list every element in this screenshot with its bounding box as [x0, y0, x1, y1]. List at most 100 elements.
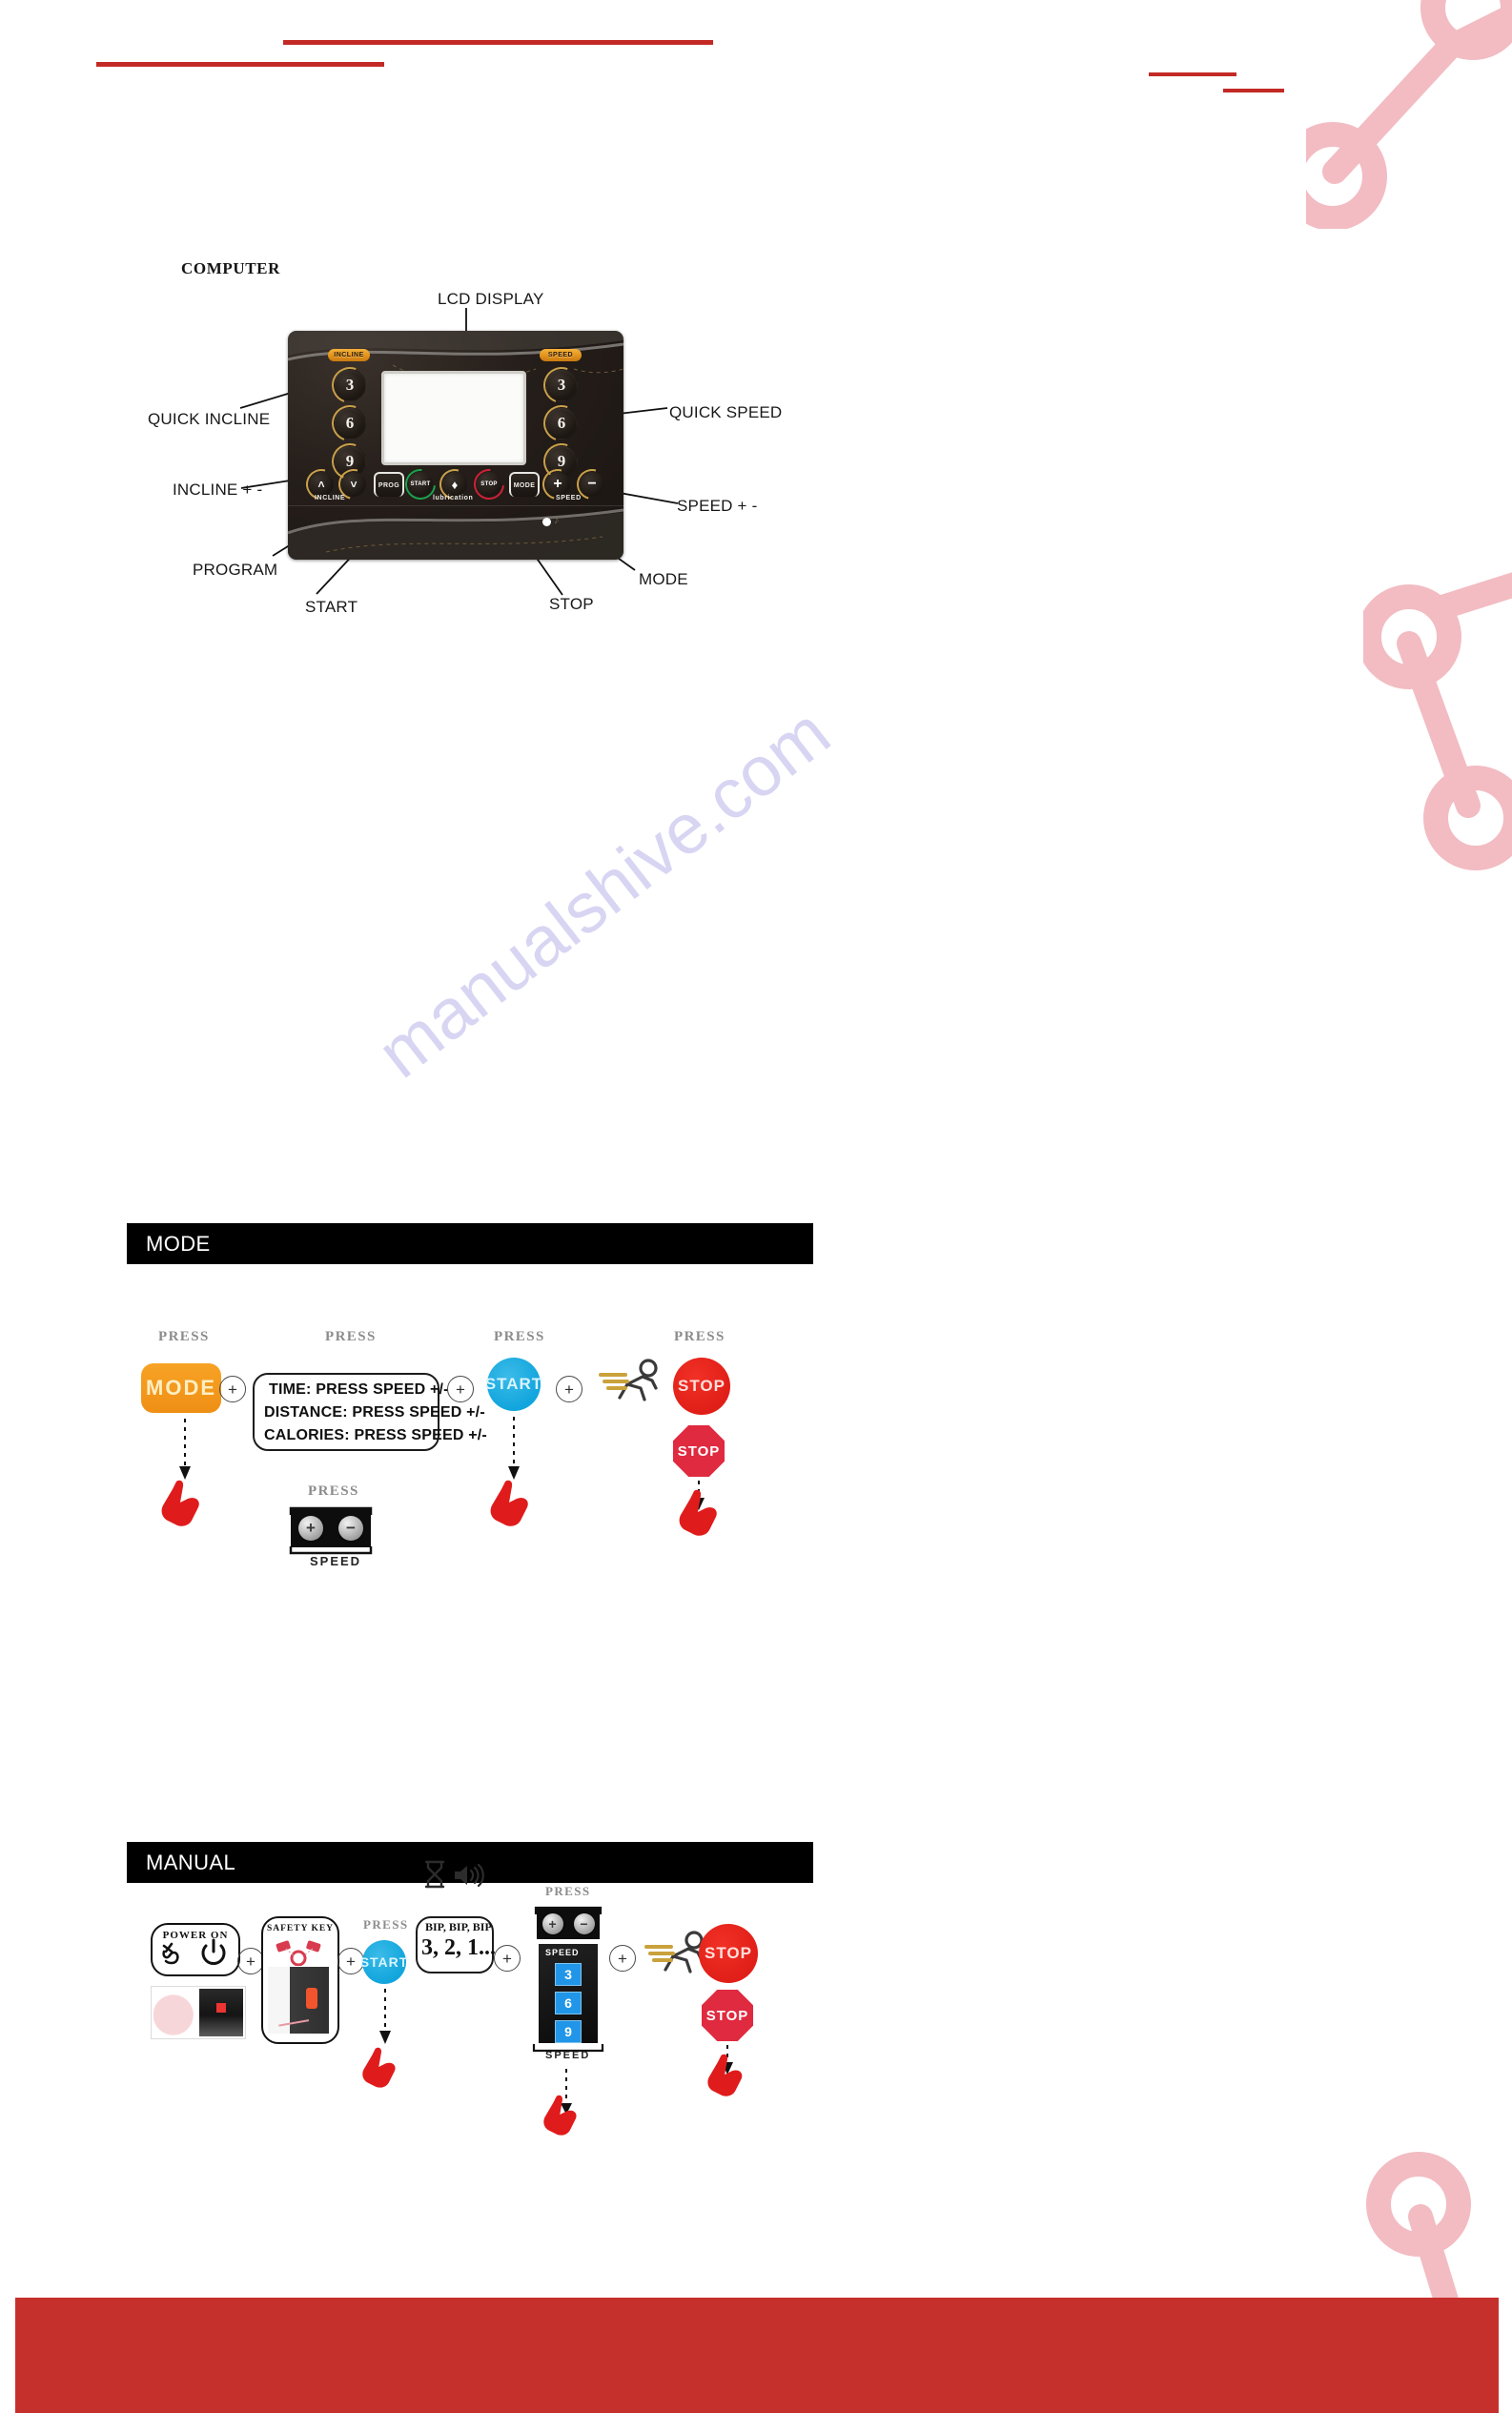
manual-speed-pad[interactable]: + − — [537, 1909, 600, 1939]
chevron-down-icon: ˅ — [341, 472, 366, 497]
incline-up-button[interactable]: ˄ — [309, 472, 334, 497]
incline-group-label: INCLINE — [315, 495, 346, 501]
prog-button-label: PROG — [374, 472, 404, 497]
pointing-hand-icon-manual-1 — [362, 2047, 396, 2088]
power-on-caption: POWER ON — [162, 1930, 229, 1941]
lubrication-group-label: lubrication — [433, 495, 474, 501]
countdown-count-text: 3, 2, 1... — [421, 1935, 496, 1960]
power-switch-led — [216, 2003, 226, 2013]
indicator-led — [542, 518, 551, 526]
manual-speed-plus-knob[interactable]: + — [541, 1913, 563, 1934]
quick-incline-6-button[interactable]: 6 — [334, 407, 366, 440]
speed-pill-label: SPEED — [540, 349, 582, 361]
music-note-icon: ♪ — [554, 515, 560, 526]
manual-press-start: PRESS — [363, 1917, 409, 1932]
manual-plus-4: + — [609, 1945, 636, 1972]
callout-stop: STOP — [549, 595, 594, 613]
mode-press-3: PRESS — [494, 1329, 545, 1344]
speed-minus-knob[interactable]: − — [338, 1516, 363, 1541]
mode-press-4: PRESS — [674, 1329, 725, 1344]
console-upper-panel: INCLINE SPEED 3 6 9 3 6 9 ˄ ˅ PROG START… — [288, 331, 623, 505]
stop-button[interactable]: STOP — [477, 472, 501, 497]
speed-group-label: SPEED — [556, 495, 582, 501]
mode-speedpad-caption: SPEED — [310, 1554, 362, 1568]
callout-mode: MODE — [639, 570, 688, 588]
chevron-up-icon: ˄ — [309, 472, 334, 497]
safety-key-clip-on-waist — [306, 1988, 317, 2009]
mode-start-button[interactable]: START — [485, 1358, 541, 1411]
pointing-hand-icon-mode-1 — [161, 1480, 199, 1526]
mode-press-2: PRESS — [325, 1329, 377, 1344]
mode-speedpad-press-label: PRESS — [308, 1483, 359, 1499]
safety-key-cord — [276, 2006, 310, 2027]
power-photo-strip — [151, 1986, 246, 2039]
stop-button-label: STOP — [477, 472, 501, 497]
callout-lcd-display: LCD DISPLAY — [438, 290, 544, 308]
manual-plus-3: + — [494, 1945, 521, 1972]
manual-stop-button[interactable]: STOP — [699, 1924, 758, 1983]
console-lower-panel — [288, 505, 623, 560]
callout-quick-speed: QUICK SPEED — [669, 403, 783, 421]
callout-leader-lines — [239, 308, 679, 596]
mode-plus-1: + — [219, 1376, 246, 1402]
start-button[interactable]: START — [408, 472, 433, 497]
mode-plus-3: + — [556, 1376, 582, 1402]
mode-stop-button[interactable]: STOP — [673, 1358, 730, 1415]
mode-press-1: PRESS — [158, 1329, 210, 1344]
section-header-mode: MODE — [127, 1223, 813, 1264]
manual-speed-tile-3[interactable]: 3 — [555, 1963, 582, 1986]
section-header-manual-real: MANUAL — [127, 1842, 813, 1883]
mode-button[interactable]: MODE — [509, 472, 540, 497]
prog-button[interactable]: PROG — [374, 472, 404, 497]
manual-start-button[interactable]: START — [360, 1940, 407, 1984]
manual-arrow-down-1 — [379, 1989, 391, 2044]
mode-speed-pad[interactable]: + − — [291, 1509, 371, 1547]
callout-speed-plus-minus: SPEED + - — [677, 497, 758, 515]
mode-arrow-down-1 — [179, 1419, 191, 1480]
quick-speed-3-button[interactable]: 3 — [545, 369, 578, 401]
minus-icon: − — [580, 472, 604, 497]
lcd-display-screen — [381, 371, 526, 465]
speed-plus-button[interactable]: + — [545, 472, 570, 497]
mode-instruction-line-1: TIME: PRESS SPEED +/- — [269, 1381, 449, 1398]
start-button-label: START — [408, 472, 433, 497]
incline-pill-label: INCLINE — [328, 349, 370, 361]
pointing-hand-icon-mode-2 — [490, 1480, 528, 1526]
manual-speed-tile-9[interactable]: 9 — [555, 2020, 582, 2043]
quick-incline-3-button[interactable]: 3 — [334, 369, 366, 401]
manual-speed-minus-knob[interactable]: − — [573, 1913, 595, 1934]
speed-minus-button[interactable]: − — [580, 472, 604, 497]
power-on-card: POWER ON — [151, 1923, 240, 1976]
pointing-hand-icon-manual-2 — [543, 2095, 577, 2136]
mode-button-chip[interactable]: MODE — [141, 1363, 221, 1413]
manual-stop-sign-icon: STOP — [702, 1990, 753, 2041]
plus-icon: + — [545, 472, 570, 497]
footer-red-band — [15, 2298, 1499, 2413]
safety-key-photo — [268, 1967, 329, 2034]
manual-speed-caption: SPEED — [545, 2050, 591, 2061]
console-body: INCLINE SPEED 3 6 9 3 6 9 ˄ ˅ PROG START… — [288, 331, 623, 560]
pointing-hand-icon-mode-3 — [679, 1489, 717, 1536]
manual-plus-1: + — [237, 1948, 264, 1974]
callout-incline-plus-minus: INCLINE + - — [173, 481, 263, 499]
mode-instruction-line-3: CALORIES: PRESS SPEED +/- — [264, 1427, 487, 1443]
pointing-hand-icon-manual-3 — [707, 2054, 743, 2096]
section-title-manual: MANUAL — [146, 1850, 236, 1874]
treadmill-console-diagram: INCLINE SPEED 3 6 9 3 6 9 ˄ ˅ PROG START… — [288, 331, 623, 560]
page-root: COMPUTER LCD DISPLAY QUICK INCLINE QUICK… — [0, 0, 1512, 2413]
lubrication-button[interactable]: ♦ — [442, 472, 467, 497]
callout-start: START — [305, 598, 358, 616]
callout-program: PROGRAM — [193, 561, 278, 579]
mode-button-label: MODE — [509, 472, 540, 497]
mode-arrow-down-2 — [508, 1417, 520, 1480]
oil-drop-icon: ♦ — [442, 472, 467, 497]
mode-plus-2: + — [447, 1376, 474, 1402]
speed-plus-knob[interactable]: + — [298, 1516, 323, 1541]
power-switch-photo — [199, 1989, 243, 2036]
section-title-mode: MODE — [146, 1231, 211, 1256]
manual-speed-tile-6[interactable]: 6 — [555, 1992, 582, 2014]
incline-down-button[interactable]: ˅ — [341, 472, 366, 497]
countdown-beep-text: BIP, BIP, BIP — [425, 1920, 492, 1933]
manual-speed-press-label: PRESS — [545, 1884, 591, 1898]
quick-speed-6-button[interactable]: 6 — [545, 407, 578, 440]
